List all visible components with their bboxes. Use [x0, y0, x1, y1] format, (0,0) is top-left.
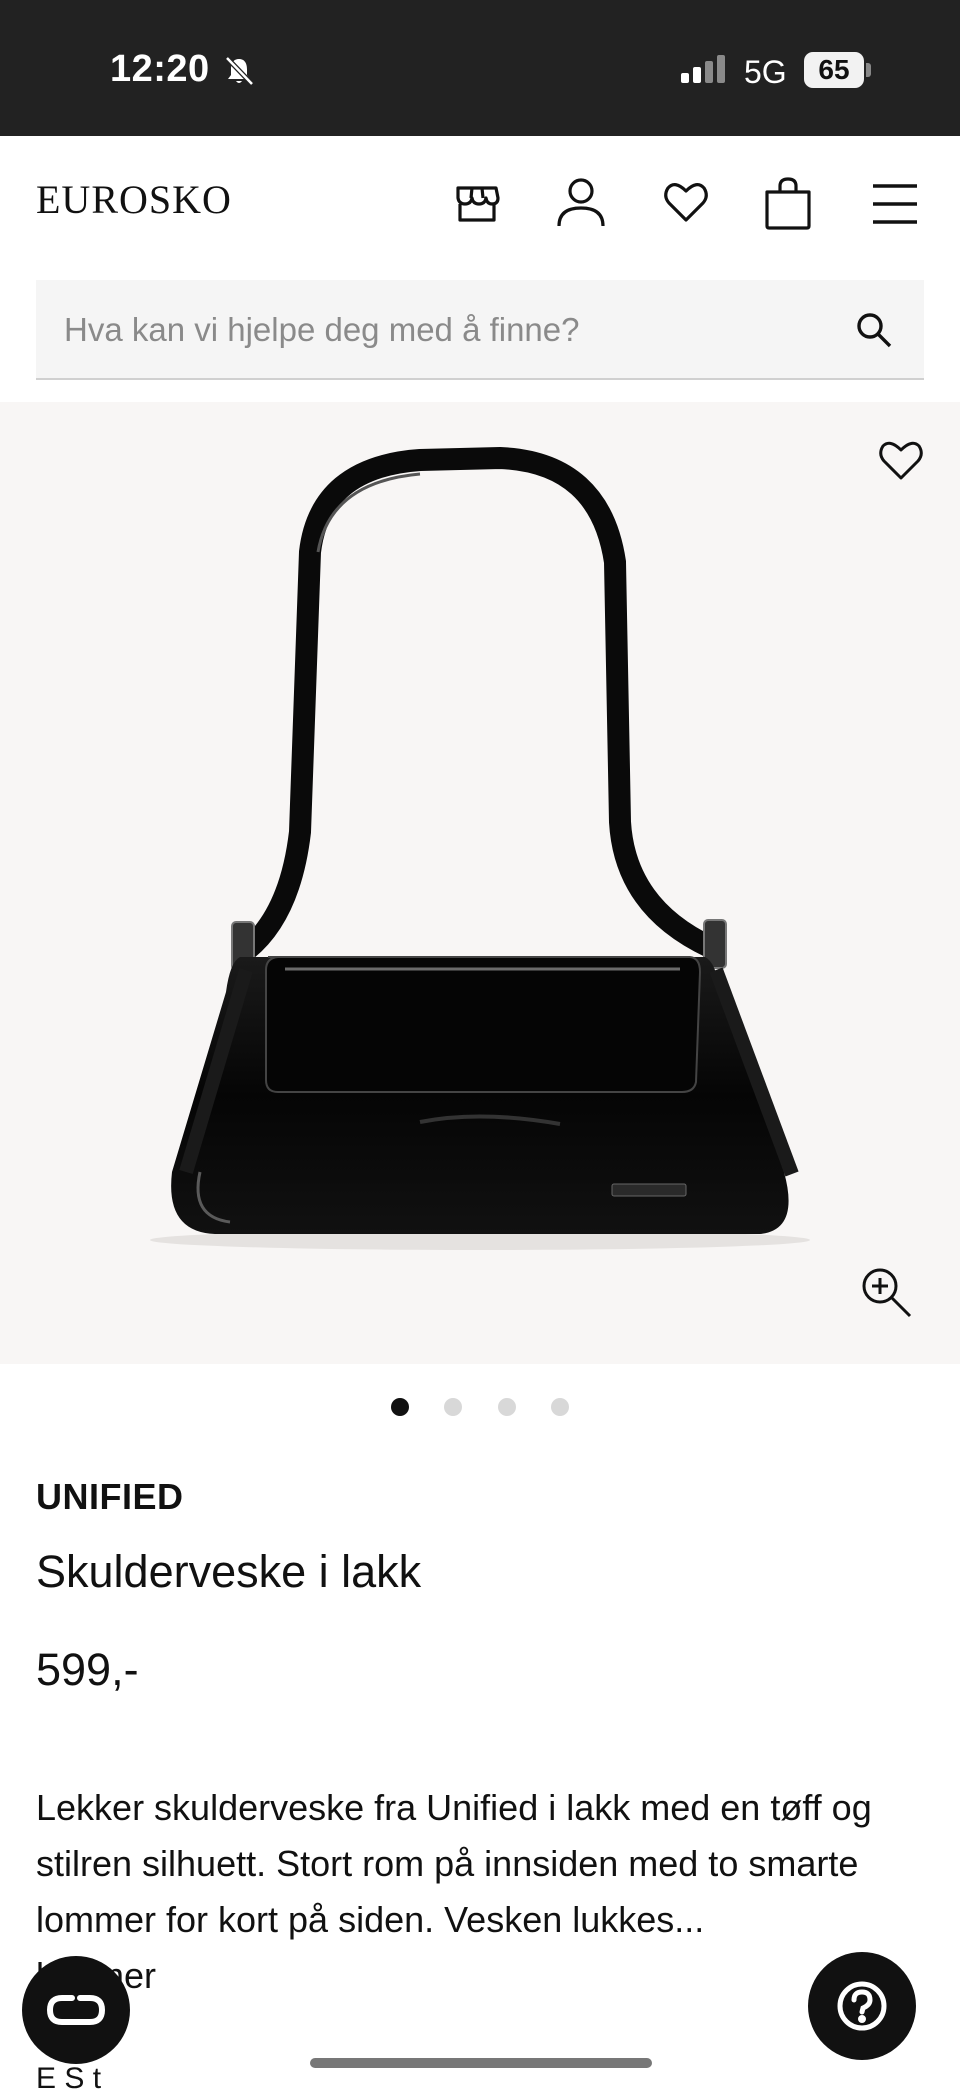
search-icon[interactable] — [854, 310, 894, 350]
status-bar: 12:20 5G 65 — [0, 0, 960, 136]
carousel-dot-4[interactable] — [551, 1398, 569, 1416]
status-time: 12:20 — [110, 48, 210, 90]
next-section-row: E S t — [36, 2062, 102, 2095]
bag-icon[interactable] — [763, 176, 813, 230]
carousel-dot-1[interactable] — [391, 1398, 409, 1416]
product-brand[interactable]: UNIFIED — [36, 1476, 184, 1518]
search-box — [36, 280, 924, 380]
shoulder-bag-image — [150, 446, 810, 1250]
store-icon[interactable] — [452, 176, 502, 230]
heart-icon[interactable] — [876, 436, 926, 486]
product-price: 599,- — [36, 1644, 139, 1695]
battery-cap — [866, 63, 871, 77]
wishlist-icon[interactable] — [661, 176, 711, 230]
carousel-dots — [0, 1398, 960, 1422]
carousel-dot-3[interactable] — [498, 1398, 516, 1416]
help-icon — [837, 1981, 887, 2031]
product-name: Skulderveske i lakk — [36, 1546, 422, 1597]
bell-muted-icon — [225, 56, 254, 86]
eurosko-logo[interactable]: EUROSKO — [36, 176, 232, 223]
product-image[interactable] — [0, 402, 960, 1364]
zoom-in-icon[interactable] — [858, 1264, 914, 1320]
description-text: Lekker skulderveske fra Unified i lakk m… — [36, 1787, 872, 1940]
account-icon[interactable] — [556, 176, 606, 230]
chat-icon — [46, 1995, 106, 2025]
home-indicator — [310, 2058, 652, 2068]
menu-icon[interactable] — [870, 176, 920, 230]
network-label: 5G — [744, 54, 787, 90]
help-button[interactable] — [808, 1952, 916, 2060]
search-input[interactable] — [62, 280, 846, 380]
chat-button[interactable] — [22, 1956, 130, 2064]
battery-icon: 65 — [804, 52, 864, 88]
carousel-dot-2[interactable] — [444, 1398, 462, 1416]
signal-icon — [681, 55, 725, 83]
product-description: Lekker skulderveske fra Unified i lakk m… — [36, 1780, 916, 2004]
